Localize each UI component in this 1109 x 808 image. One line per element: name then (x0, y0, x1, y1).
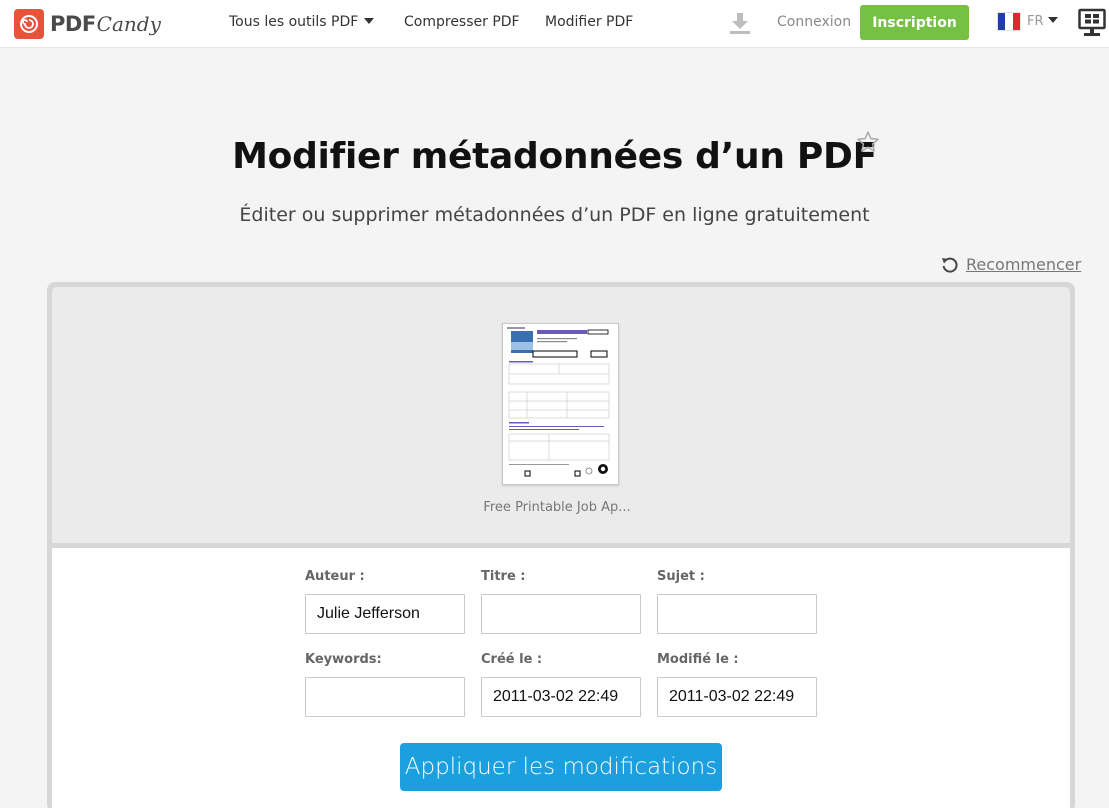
restart-button[interactable]: Recommencer (941, 255, 1081, 274)
desktop-app-icon[interactable] (1078, 8, 1106, 38)
pdf-thumbnail[interactable] (502, 323, 619, 485)
document-preview-image (507, 327, 610, 477)
nav-all-tools-label: Tous les outils PDF (229, 14, 359, 30)
file-name: Free Printable Job Ap... (483, 500, 631, 515)
nav-all-tools-dropdown[interactable]: Tous les outils PDF (229, 14, 375, 30)
caret-down-icon (1047, 17, 1058, 23)
nav-compress-pdf[interactable]: Compresser PDF (404, 14, 520, 30)
modified-date-input[interactable] (657, 677, 817, 717)
login-link[interactable]: Connexion (777, 14, 851, 30)
download-icon[interactable] (729, 11, 751, 35)
page-subtitle: Éditer ou supprimer métadonnées d’un PDF… (239, 204, 870, 226)
subject-label: Sujet : (657, 569, 705, 584)
pdfcandy-logo[interactable]: PDF Candy (14, 9, 161, 39)
keywords-label: Keywords: (305, 652, 382, 667)
created-date-input[interactable] (481, 677, 641, 717)
logo-text-pdf: PDF (50, 12, 96, 36)
apply-changes-button[interactable]: Appliquer les modifications (400, 743, 722, 791)
subject-input[interactable] (657, 594, 817, 634)
france-flag-icon (997, 12, 1021, 31)
nav-edit-pdf[interactable]: Modifier PDF (545, 14, 633, 30)
favorite-star-icon[interactable] (856, 130, 880, 154)
language-selector[interactable]: FR (997, 12, 1058, 31)
author-label: Auteur : (305, 569, 365, 584)
created-label: Créé le : (481, 652, 543, 667)
candy-logo-icon (14, 9, 44, 39)
page-title: Modifier métadonnées d’un PDF (232, 136, 877, 177)
logo-text-candy: Candy (96, 12, 161, 36)
title-label: Titre : (481, 569, 526, 584)
keywords-input[interactable] (305, 677, 465, 717)
author-input[interactable] (305, 594, 465, 634)
signup-button[interactable]: Inscription (860, 5, 969, 40)
title-input[interactable] (481, 594, 641, 634)
restart-icon (942, 257, 958, 273)
top-header: PDF Candy Tous les outils PDF Compresser… (0, 0, 1109, 48)
restart-label: Recommencer (966, 255, 1082, 274)
language-label: FR (1027, 14, 1044, 29)
modified-label: Modifié le : (657, 652, 739, 667)
caret-down-icon (364, 17, 375, 24)
